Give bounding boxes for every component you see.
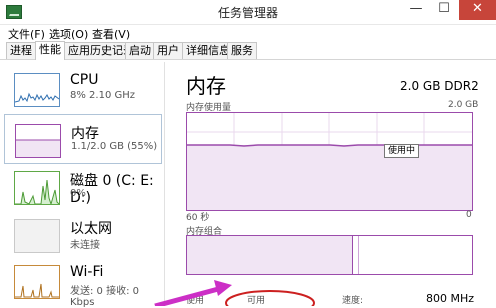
annotation-circle [225,290,315,306]
annotation-overlay [154,280,315,306]
annotation-arrow-icon [154,280,232,306]
